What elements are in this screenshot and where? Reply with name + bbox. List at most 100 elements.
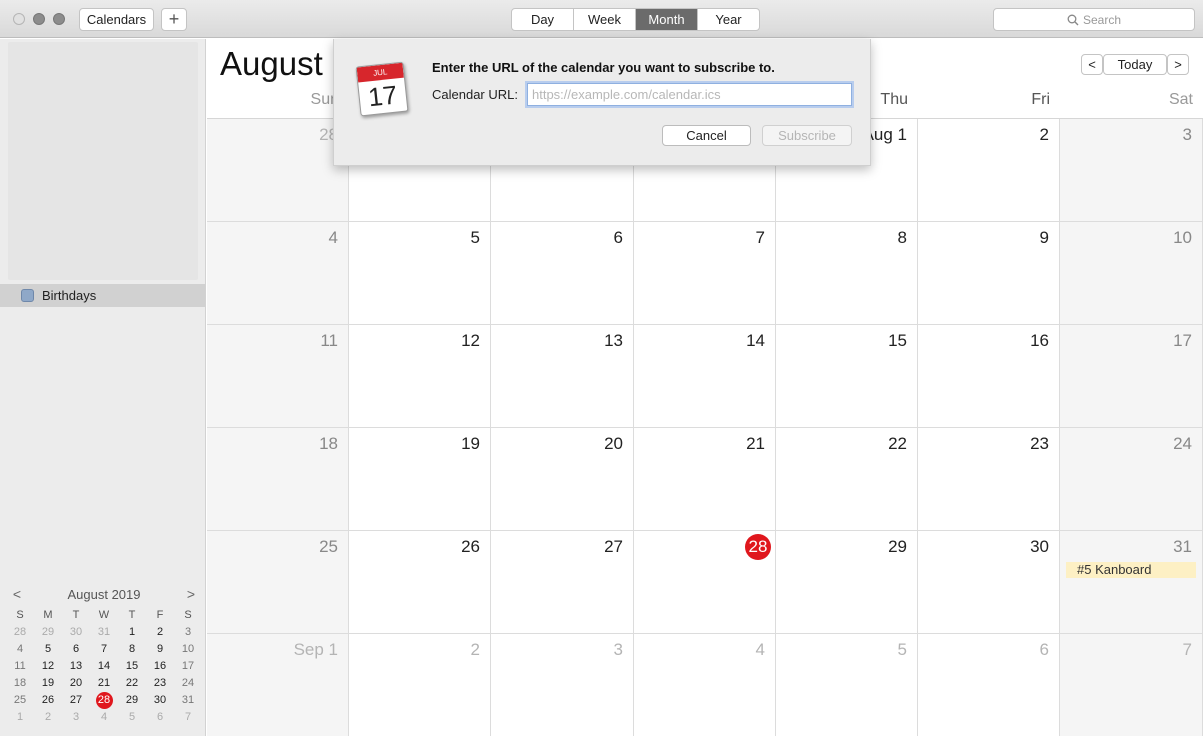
day-cell[interactable]: 6 xyxy=(918,634,1060,736)
mini-next-month-button[interactable]: > xyxy=(184,586,198,602)
mini-day[interactable]: 22 xyxy=(118,675,146,692)
mini-day[interactable]: 3 xyxy=(174,624,202,641)
mini-day[interactable]: 11 xyxy=(6,658,34,675)
day-cell-today[interactable]: 28 xyxy=(634,531,776,634)
mini-day[interactable]: 1 xyxy=(6,709,34,726)
calendar-url-input[interactable] xyxy=(527,83,852,106)
mini-day[interactable]: 12 xyxy=(34,658,62,675)
mini-prev-month-button[interactable]: < xyxy=(10,586,24,602)
day-cell[interactable]: 13 xyxy=(491,325,634,428)
search-field[interactable]: Search xyxy=(993,8,1195,31)
day-cell[interactable]: 19 xyxy=(349,428,491,531)
day-cell[interactable]: 17 xyxy=(1060,325,1203,428)
day-cell[interactable]: 2 xyxy=(918,119,1060,222)
day-cell[interactable]: 16 xyxy=(918,325,1060,428)
day-cell[interactable]: 7 xyxy=(1060,634,1203,736)
prev-month-button[interactable]: < xyxy=(1081,54,1103,75)
day-cell[interactable]: 26 xyxy=(349,531,491,634)
day-cell[interactable]: 7 xyxy=(634,222,776,325)
mini-day[interactable]: 1 xyxy=(118,624,146,641)
mini-day[interactable]: 2 xyxy=(146,624,174,641)
mini-day[interactable]: 18 xyxy=(6,675,34,692)
view-month-button[interactable]: Month xyxy=(636,9,698,30)
subscribe-button[interactable]: Subscribe xyxy=(762,125,852,146)
zoom-window-button[interactable] xyxy=(53,13,65,25)
mini-day[interactable]: 2 xyxy=(34,709,62,726)
mini-day[interactable]: 16 xyxy=(146,658,174,675)
day-cell[interactable]: 27 xyxy=(491,531,634,634)
mini-day[interactable]: 15 xyxy=(118,658,146,675)
mini-day[interactable]: 23 xyxy=(146,675,174,692)
view-day-button[interactable]: Day xyxy=(512,9,574,30)
mini-day[interactable]: 28 xyxy=(6,624,34,641)
mini-day[interactable]: 7 xyxy=(174,709,202,726)
mini-day[interactable]: 4 xyxy=(90,709,118,726)
day-cell[interactable]: 25 xyxy=(207,531,349,634)
mini-day-today[interactable]: 28 xyxy=(90,692,118,709)
day-cell[interactable]: 9 xyxy=(918,222,1060,325)
mini-day[interactable]: 17 xyxy=(174,658,202,675)
calendars-button[interactable]: Calendars xyxy=(79,8,154,31)
mini-day[interactable]: 21 xyxy=(90,675,118,692)
mini-day[interactable]: 9 xyxy=(146,641,174,658)
mini-day[interactable]: 30 xyxy=(62,624,90,641)
view-week-button[interactable]: Week xyxy=(574,9,636,30)
mini-day[interactable]: 6 xyxy=(146,709,174,726)
mini-day[interactable]: 27 xyxy=(62,692,90,709)
close-window-button[interactable] xyxy=(13,13,25,25)
mini-day[interactable]: 13 xyxy=(62,658,90,675)
mini-day[interactable]: 4 xyxy=(6,641,34,658)
day-cell[interactable]: 29 xyxy=(776,531,918,634)
day-cell[interactable]: 21 xyxy=(634,428,776,531)
day-cell[interactable]: 12 xyxy=(349,325,491,428)
mini-day[interactable]: 26 xyxy=(34,692,62,709)
mini-day[interactable]: 20 xyxy=(62,675,90,692)
mini-day[interactable]: 29 xyxy=(118,692,146,709)
mini-day[interactable]: 31 xyxy=(174,692,202,709)
mini-day[interactable]: 3 xyxy=(62,709,90,726)
day-cell[interactable]: 18 xyxy=(207,428,349,531)
add-event-button[interactable]: + xyxy=(161,8,187,31)
day-cell[interactable]: 28 xyxy=(207,119,349,222)
mini-day[interactable]: 31 xyxy=(90,624,118,641)
day-cell[interactable]: 6 xyxy=(491,222,634,325)
mini-day[interactable]: 29 xyxy=(34,624,62,641)
day-cell[interactable]: 8 xyxy=(776,222,918,325)
day-cell[interactable]: 4 xyxy=(634,634,776,736)
day-cell[interactable]: 2 xyxy=(349,634,491,736)
minimize-window-button[interactable] xyxy=(33,13,45,25)
day-cell[interactable]: 31 #5 Kanboard xyxy=(1060,531,1203,634)
calendar-checkbox[interactable] xyxy=(21,289,34,302)
day-cell[interactable]: 22 xyxy=(776,428,918,531)
day-cell[interactable]: 14 xyxy=(634,325,776,428)
day-cell[interactable]: 11 xyxy=(207,325,349,428)
day-cell[interactable]: 15 xyxy=(776,325,918,428)
mini-day[interactable]: 6 xyxy=(62,641,90,658)
mini-day[interactable]: 10 xyxy=(174,641,202,658)
day-cell[interactable]: 3 xyxy=(491,634,634,736)
mini-day[interactable]: 30 xyxy=(146,692,174,709)
next-month-button[interactable]: > xyxy=(1167,54,1189,75)
today-button[interactable]: Today xyxy=(1103,54,1167,75)
mini-day[interactable]: 5 xyxy=(118,709,146,726)
mini-day[interactable]: 14 xyxy=(90,658,118,675)
day-cell[interactable]: 20 xyxy=(491,428,634,531)
mini-day[interactable]: 5 xyxy=(34,641,62,658)
mini-day[interactable]: 25 xyxy=(6,692,34,709)
mini-day[interactable]: 7 xyxy=(90,641,118,658)
event-item[interactable]: #5 Kanboard xyxy=(1066,562,1196,578)
day-cell[interactable]: 5 xyxy=(776,634,918,736)
mini-day[interactable]: 8 xyxy=(118,641,146,658)
cancel-button[interactable]: Cancel xyxy=(662,125,751,146)
day-cell[interactable]: Sep 1 xyxy=(207,634,349,736)
day-cell[interactable]: 23 xyxy=(918,428,1060,531)
mini-day[interactable]: 19 xyxy=(34,675,62,692)
day-cell[interactable]: 4 xyxy=(207,222,349,325)
mini-day[interactable]: 24 xyxy=(174,675,202,692)
day-cell[interactable]: 3 xyxy=(1060,119,1203,222)
sidebar-item-birthdays[interactable]: Birthdays xyxy=(0,284,205,307)
view-year-button[interactable]: Year xyxy=(698,9,759,30)
day-cell[interactable]: 10 xyxy=(1060,222,1203,325)
day-cell[interactable]: 24 xyxy=(1060,428,1203,531)
day-cell[interactable]: 30 xyxy=(918,531,1060,634)
